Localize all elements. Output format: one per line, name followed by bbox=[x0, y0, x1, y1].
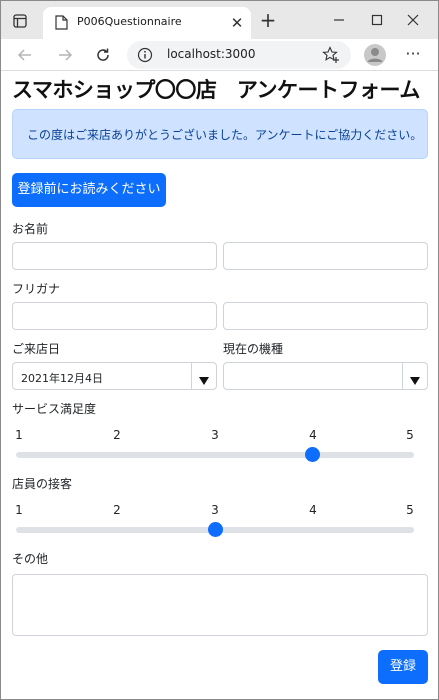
visit-date-value: 2021年12月4日 bbox=[21, 372, 103, 385]
scale-label: 1 bbox=[15, 428, 23, 442]
close-icon[interactable]: ✕ bbox=[229, 14, 245, 32]
device-label: 現在の機種 bbox=[223, 342, 284, 356]
scale-label: 2 bbox=[113, 428, 121, 442]
select-divider bbox=[191, 363, 192, 389]
register-button[interactable]: 登録 bbox=[378, 650, 428, 684]
staff-service-label: 店員の接客 bbox=[12, 477, 73, 491]
name-label: お名前 bbox=[12, 222, 49, 236]
scale-label: 1 bbox=[15, 503, 23, 517]
add-favorite-icon[interactable] bbox=[321, 45, 341, 65]
refresh-icon[interactable] bbox=[91, 43, 115, 67]
first-name-input[interactable] bbox=[223, 242, 428, 270]
forward-arrow-icon[interactable] bbox=[53, 43, 77, 67]
back-arrow-icon[interactable] bbox=[13, 43, 37, 67]
info-icon[interactable] bbox=[137, 47, 153, 63]
visit-date-label: ご来店日 bbox=[12, 342, 61, 356]
page-title: スマホショップ〇〇店 アンケートフォーム bbox=[12, 78, 420, 102]
slider-thumb[interactable] bbox=[305, 447, 320, 462]
slider-thumb[interactable] bbox=[207, 522, 223, 537]
last-name-kana-input[interactable] bbox=[12, 302, 217, 330]
scale-label: 4 bbox=[309, 503, 317, 517]
visit-date-select[interactable]: 2021年12月4日 bbox=[12, 362, 217, 390]
maximize-icon[interactable] bbox=[367, 10, 387, 30]
info-alert: この度はご来店ありがとうございました。アンケートにご協力ください。 bbox=[12, 109, 428, 159]
browser-window: P006Questionnaire ✕ + localhost:3000 ···… bbox=[0, 0, 439, 700]
page-icon bbox=[55, 15, 69, 31]
scale-label: 3 bbox=[211, 428, 219, 442]
new-tab-icon[interactable]: + bbox=[257, 10, 279, 32]
staff-service-slider[interactable] bbox=[16, 522, 414, 537]
minimize-icon[interactable] bbox=[329, 10, 349, 30]
other-label: その他 bbox=[12, 552, 49, 566]
last-name-input[interactable] bbox=[12, 242, 217, 270]
furigana-label: フリガナ bbox=[12, 282, 61, 296]
scale-label: 4 bbox=[309, 428, 317, 442]
address-bar[interactable]: localhost:3000 bbox=[127, 41, 351, 69]
satisfaction-label: サービス満足度 bbox=[12, 402, 97, 416]
scale-label: 3 bbox=[211, 503, 219, 517]
url-text: localhost:3000 bbox=[167, 47, 256, 61]
more-menu-icon[interactable]: ··· bbox=[401, 43, 425, 67]
scale-label: 5 bbox=[406, 503, 414, 517]
other-textarea[interactable] bbox=[12, 574, 428, 636]
browser-toolbar: localhost:3000 ··· bbox=[1, 39, 438, 71]
tab-title: P006Questionnaire bbox=[77, 15, 182, 28]
satisfaction-slider[interactable] bbox=[16, 447, 414, 462]
scale-label: 5 bbox=[406, 428, 414, 442]
select-divider bbox=[402, 363, 403, 389]
page-content: スマホショップ〇〇店 アンケートフォーム この度はご来店ありがとうございました。… bbox=[1, 72, 438, 699]
read-before-register-button[interactable]: 登録前にお読みください bbox=[12, 173, 166, 207]
tab-actions-icon[interactable] bbox=[9, 10, 31, 32]
first-name-kana-input[interactable] bbox=[223, 302, 428, 330]
scale-label: 2 bbox=[113, 503, 121, 517]
alert-text: この度はご来店ありがとうございました。アンケートにご協力ください。 bbox=[27, 128, 423, 142]
tab-bar: P006Questionnaire ✕ + bbox=[1, 1, 438, 39]
device-select[interactable] bbox=[223, 362, 428, 390]
profile-avatar-icon[interactable] bbox=[363, 43, 387, 67]
window-close-icon[interactable] bbox=[403, 10, 423, 30]
dropdown-arrow-icon[interactable] bbox=[409, 371, 421, 385]
browser-tab[interactable]: P006Questionnaire ✕ bbox=[43, 7, 251, 39]
dropdown-arrow-icon[interactable] bbox=[198, 371, 210, 385]
